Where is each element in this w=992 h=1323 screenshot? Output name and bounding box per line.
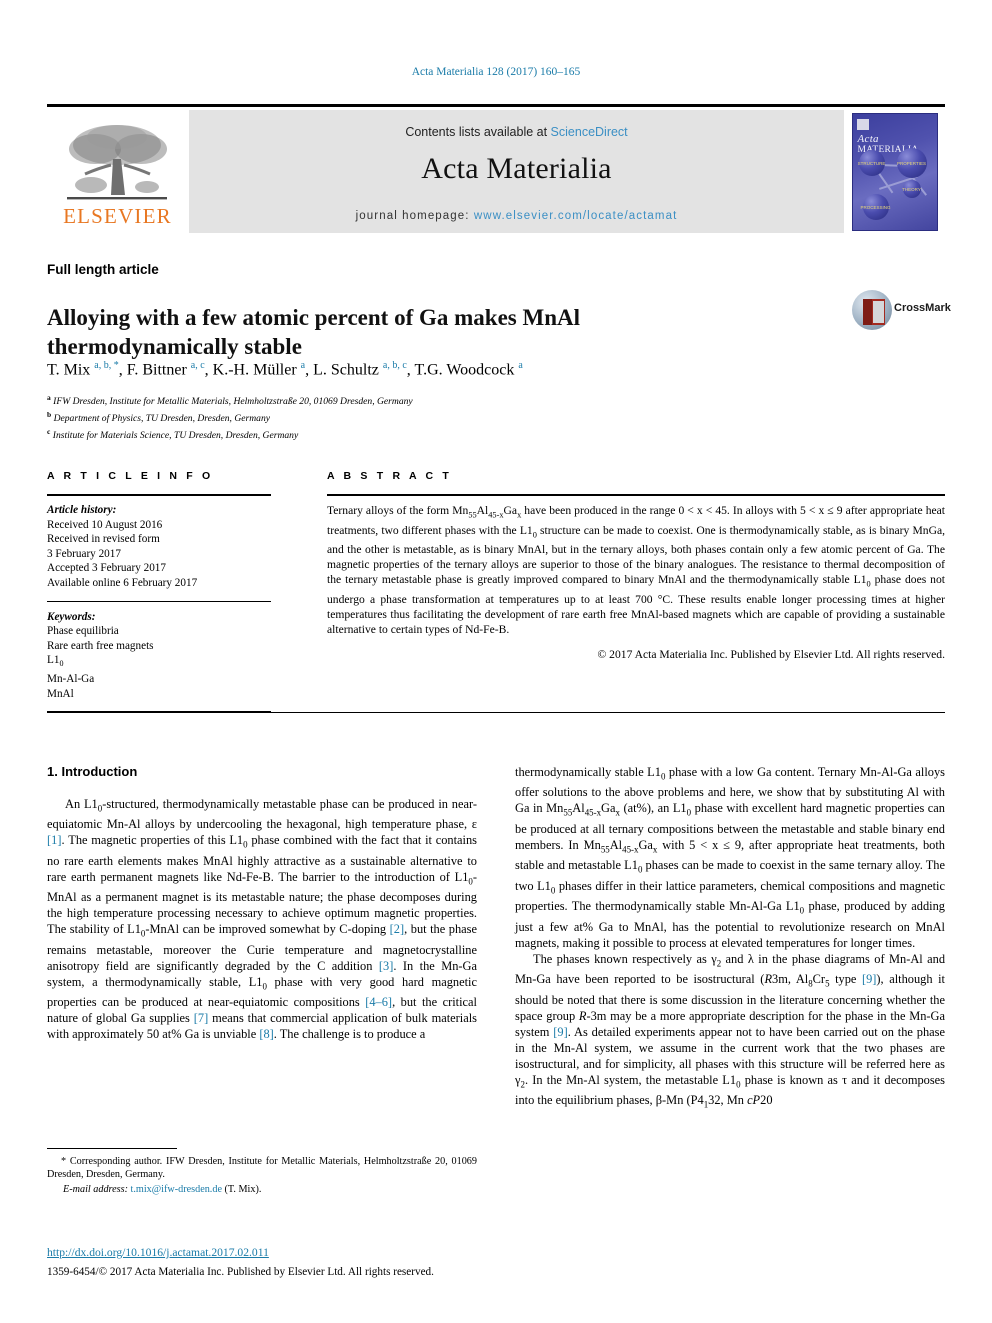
contents-available-line: Contents lists available at ScienceDirec… (189, 125, 844, 139)
affiliation-item: a IFW Dresden, Institute for Metallic Ma… (47, 392, 747, 409)
affiliation-item: c Institute for Materials Science, TU Dr… (47, 426, 747, 443)
cover-node-processing: PROCESSING (861, 194, 891, 220)
cover-title-italic: Acta (857, 133, 879, 145)
history-line: Received 10 August 2016 (47, 518, 163, 531)
keyword-item: Rare earth free magnets (47, 639, 154, 652)
email-owner: (T. Mix). (224, 1184, 262, 1195)
article-history-label: Article history: (47, 504, 117, 516)
page-title: Alloying with a few atomic percent of Ga… (47, 305, 580, 360)
keyword-item: L10 (47, 654, 64, 669)
affiliation-marker: a (47, 393, 51, 402)
running-head: Acta Materialia 128 (2017) 160–165 (411, 66, 581, 78)
issn-copyright-line: 1359-6454/© 2017 Acta Materialia Inc. Pu… (47, 1266, 434, 1278)
article-info-column: Article history: Received 10 August 2016… (47, 494, 271, 713)
elsevier-tree-svg (67, 125, 167, 200)
contents-prefix: Contents lists available at (405, 125, 551, 139)
abstract-copyright: © 2017 Acta Materialia Inc. Published by… (597, 647, 945, 661)
abstract-text: Ternary alloys of the form Mn55Al45-xGax… (327, 494, 945, 638)
section-heading-introduction: 1. Introduction (47, 764, 138, 779)
affiliation-text: IFW Dresden, Institute for Metallic Mate… (53, 396, 413, 408)
article-type: Full length article (47, 262, 159, 277)
elsevier-logo-area: ELSEVIER (47, 110, 189, 233)
history-line: Accepted 3 February 2017 (47, 562, 166, 575)
article-history-block: Article history: Received 10 August 2016… (47, 494, 271, 591)
history-line: 3 February 2017 (47, 547, 121, 560)
journal-homepage-link[interactable]: www.elsevier.com/locate/actamat (474, 210, 677, 222)
email-link[interactable]: t.mix@ifw-dresden.de (131, 1184, 222, 1195)
paper-first-page: Acta Materialia 128 (2017) 160–165 ELSEV… (0, 0, 992, 1323)
crossmark-badge[interactable]: CrossMark (850, 288, 951, 346)
affiliation-marker: c (47, 426, 51, 436)
email-label: E-mail address: (63, 1184, 128, 1195)
affiliation-list: a IFW Dresden, Institute for Metallic Ma… (47, 392, 747, 442)
corresponding-author-text: * Corresponding author. IFW Dresden, Ins… (47, 1156, 477, 1180)
affiliation-marker: b (47, 409, 52, 419)
elsevier-tree-icon: ELSEVIER (55, 119, 180, 231)
cover-publisher-mark (856, 117, 935, 130)
abstract-heading: A B S T R A C T (327, 470, 452, 482)
keyword-item: MnAl (47, 687, 74, 700)
abstract-column: Ternary alloys of the form Mn55Al45-xGax… (327, 494, 945, 662)
journal-cover-image: Acta MATERIALIA STRUCTURE PROPERTIES THE… (851, 113, 938, 231)
masthead-center: Contents lists available at ScienceDirec… (189, 110, 844, 233)
journal-homepage-line: journal homepage: www.elsevier.com/locat… (189, 210, 844, 222)
crossmark-book-icon (863, 299, 885, 325)
article-info-heading: A R T I C L E I N F O (47, 470, 214, 482)
keywords-block: Keywords: Phase equilibria Rare earth fr… (47, 600, 271, 702)
keywords-label: Keywords: (47, 610, 96, 623)
corresponding-author-footnote: * Corresponding author. IFW Dresden, Ins… (47, 1148, 477, 1196)
history-line: Available online 6 February 2017 (47, 576, 198, 589)
doi-link[interactable]: http://dx.doi.org/10.1016/j.actamat.2017… (47, 1246, 269, 1259)
body-column-right: thermodynamically stable L10 phase with … (515, 764, 945, 1113)
keyword-item: Mn-Al-Ga (47, 673, 95, 686)
elsevier-wordmark: ELSEVIER (63, 204, 172, 228)
journal-masthead: ELSEVIER Contents lists available at Sci… (47, 104, 945, 233)
journal-title: Acta Materialia (421, 152, 612, 185)
body-column-left: 1. Introduction An L10-structured, therm… (47, 764, 477, 1042)
cover-node-structure: STRUCTURE (858, 150, 885, 176)
band-bottom-rule (47, 712, 945, 713)
body-paragraph: An L10-structured, thermodynamically met… (47, 797, 477, 1042)
email-line: E-mail address: t.mix@ifw-dresden.de (T.… (47, 1183, 477, 1196)
journal-cover-area: Acta MATERIALIA STRUCTURE PROPERTIES THE… (844, 110, 945, 233)
body-paragraph: thermodynamically stable L10 phase with … (515, 765, 946, 950)
affiliation-item: b Department of Physics, TU Dresden, Dre… (47, 409, 747, 426)
keyword-item: Phase equilibria (47, 625, 119, 638)
cover-footer-strip (857, 221, 935, 228)
homepage-prefix: journal homepage: (355, 210, 474, 222)
crossmark-disc-icon (852, 290, 892, 330)
crossmark-label: CrossMark (894, 302, 951, 314)
history-line: Received in revised form (47, 533, 160, 546)
body-paragraph: The phases known respectively as γ2 and … (515, 951, 946, 1110)
cover-node-properties: PROPERTIES (896, 148, 927, 178)
cover-node-theory: THEORY (902, 180, 921, 198)
footnote-rule (47, 1148, 177, 1149)
affiliation-text: Department of Physics, TU Dresden, Dresd… (53, 412, 271, 424)
author-list: T. Mix a, b, *, F. Bittner a, c, K.-H. M… (47, 360, 523, 379)
sciencedirect-link[interactable]: ScienceDirect (551, 125, 628, 139)
affiliation-text: Institute for Materials Science, TU Dres… (52, 429, 299, 441)
